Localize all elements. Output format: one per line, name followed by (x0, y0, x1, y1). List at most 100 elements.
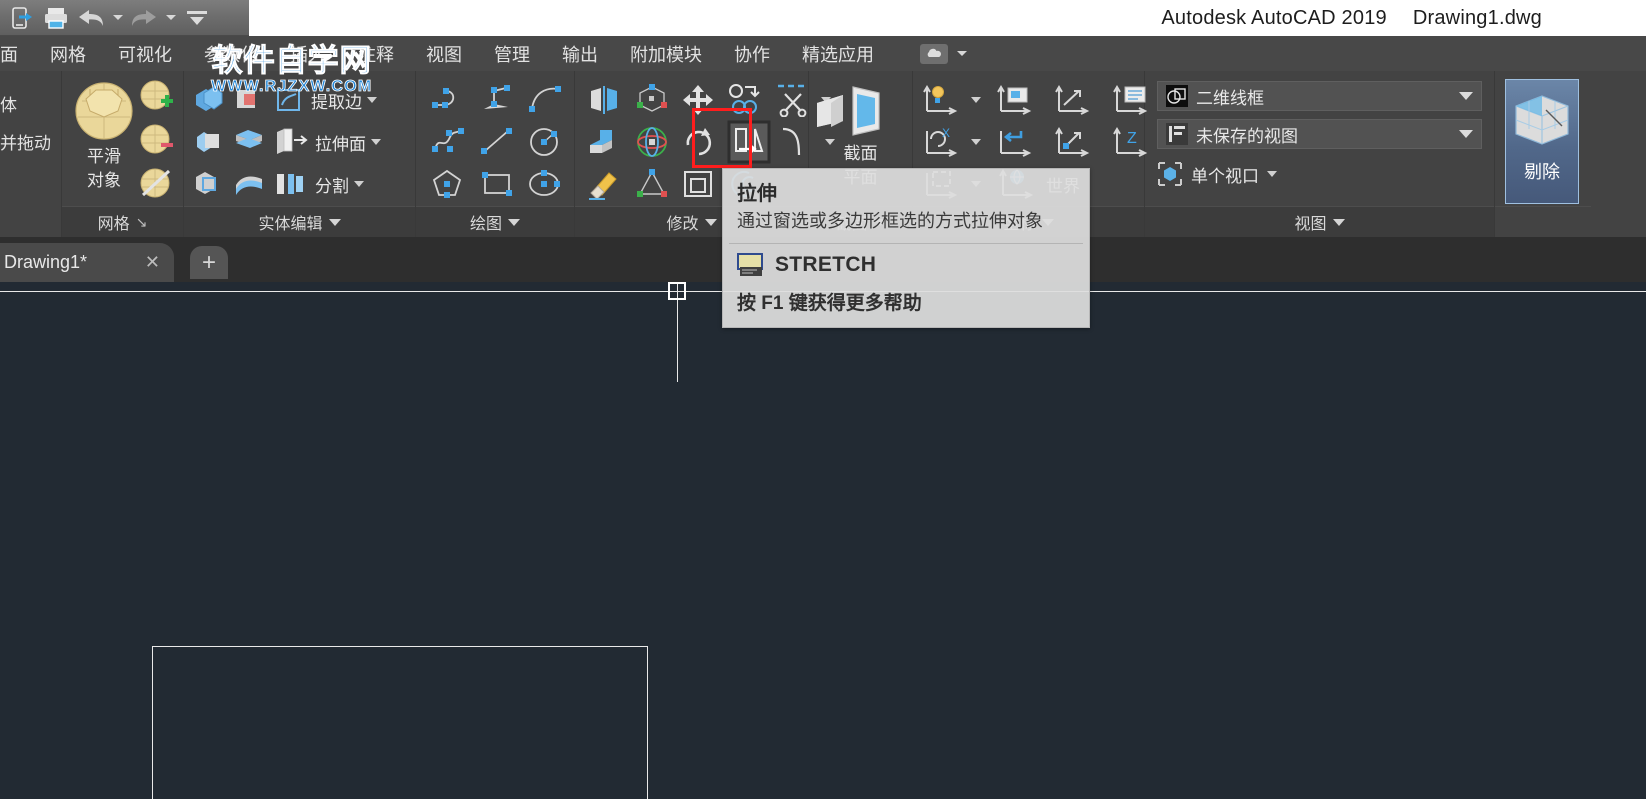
svg-text:X: X (942, 126, 950, 140)
mirror-icon[interactable] (585, 83, 625, 117)
view-panel-title[interactable]: 视图 (1145, 206, 1494, 237)
imprint-icon[interactable] (192, 125, 226, 159)
extract-edges-button[interactable]: 提取边 (272, 83, 377, 117)
mesh-dialog-launcher-icon[interactable]: ↘ (136, 214, 148, 231)
document-tab-drawing1[interactable]: Drawing1* ✕ (0, 243, 174, 282)
separate-button[interactable]: 分割 (272, 167, 364, 201)
tooltip-command-row: STRETCH (723, 244, 1089, 286)
extrude-faces-caret-icon[interactable] (371, 139, 381, 145)
ribbon-panel-draw: 绘图 (416, 71, 575, 237)
cull-button[interactable]: 剔除 (1505, 79, 1579, 204)
cloud-icon[interactable] (920, 43, 948, 64)
3d-polyline-icon[interactable] (478, 83, 520, 117)
smooth-less-icon[interactable] (139, 123, 175, 159)
tooltip-title: 拉伸 (737, 183, 777, 205)
thicken-icon[interactable] (232, 167, 266, 201)
mesh-panel-title[interactable]: 网格 ↘ (62, 206, 183, 237)
visual-style-caret-icon[interactable] (1459, 92, 1473, 100)
ucs-named-icon[interactable] (995, 83, 1039, 117)
plot-icon[interactable] (41, 3, 71, 33)
draw-panel-title-label: 绘图 (469, 216, 502, 233)
union-icon[interactable] (192, 83, 226, 117)
close-icon[interactable]: ✕ (145, 252, 160, 273)
clipped-row-2[interactable]: 并拖动 (0, 129, 51, 154)
trim-icon[interactable] (775, 83, 813, 117)
drawing-canvas[interactable] (0, 282, 1646, 799)
ribbon-tab-charu[interactable]: 插入 (274, 36, 342, 71)
extract-edges-caret-icon[interactable] (367, 97, 377, 103)
scale-icon[interactable] (679, 167, 719, 201)
circle-icon[interactable] (526, 125, 566, 159)
modify-panel-caret-icon[interactable] (704, 218, 717, 226)
ribbon-tab-mian[interactable]: 面 (0, 36, 34, 71)
ribbon-tab-guanli[interactable]: 管理 (478, 36, 546, 71)
solid-edit-panel-title[interactable]: 实体编辑 (184, 206, 415, 237)
ribbon-tab-wangge[interactable]: 网格 (34, 36, 102, 71)
interfere-icon[interactable] (192, 167, 226, 201)
ribbon-tab-zhushi[interactable]: 注释 (342, 36, 410, 71)
spline-icon[interactable] (430, 125, 472, 159)
draw-panel-title[interactable]: 绘图 (416, 206, 574, 237)
stretch-tooltip: 拉伸 通过窗选或多边形框选的方式拉伸对象 STRETCH 按 F1 键获得更多帮… (722, 168, 1090, 328)
stretch-highlight-box (692, 108, 752, 168)
extrude-faces-button[interactable]: 拉伸面 (272, 125, 381, 159)
clipped-row-1[interactable]: 体 (0, 91, 17, 116)
ucs-origin-icon[interactable] (1053, 125, 1097, 159)
3d-move-icon[interactable] (585, 125, 625, 159)
ucs-caret-icon[interactable] (971, 97, 981, 103)
save-as-icon[interactable] (6, 3, 36, 33)
ribbon-tab-fujiamokuai[interactable]: 附加模块 (614, 36, 718, 71)
redo-icon[interactable] (129, 3, 159, 33)
refine-mesh-icon[interactable] (139, 167, 175, 203)
ellipse-icon[interactable] (526, 167, 566, 201)
visual-style-combo[interactable]: 二维线框 (1157, 81, 1482, 111)
document-tab-label: Drawing1* (4, 252, 88, 272)
ucs-icon[interactable] (921, 83, 965, 117)
ribbon-tab-shuchu[interactable]: 输出 (546, 36, 614, 71)
slice-icon[interactable] (232, 125, 266, 159)
smooth-more-icon[interactable] (139, 79, 175, 115)
undo-icon[interactable] (76, 3, 106, 33)
draw-panel-caret-icon[interactable] (508, 218, 520, 226)
smooth-object-label-line2: 对象 (87, 171, 121, 190)
erase-icon[interactable] (585, 167, 625, 201)
smooth-object-button[interactable]: 平滑 对象 (72, 79, 136, 191)
solid-edit-grid: 提取边 拉伸面 分割 (184, 71, 415, 206)
redo-dropdown-caret-icon[interactable] (164, 3, 177, 33)
ucs-x-caret-icon[interactable] (971, 139, 981, 145)
arc-icon[interactable] (526, 83, 566, 117)
3d-align-icon[interactable] (631, 83, 673, 117)
ribbon-tab-canshuhua[interactable]: 参数化 (188, 36, 274, 71)
new-tab-button[interactable]: + (190, 246, 228, 279)
ribbon-tab-keshihua[interactable]: 可视化 (102, 36, 188, 71)
3d-scale-icon[interactable] (631, 167, 673, 201)
viewport-config-button[interactable]: 单个视口 (1157, 161, 1277, 187)
cloud-tab-group[interactable] (920, 43, 967, 64)
ucs-x-icon[interactable]: X (921, 125, 965, 159)
view-panel-caret-icon[interactable] (1332, 218, 1345, 226)
cursor-pickbox (668, 282, 686, 300)
draw-row-1 (430, 79, 568, 121)
customize-qat-icon[interactable] (182, 3, 212, 33)
saved-view-combo[interactable]: 未保存的视图 (1157, 119, 1482, 149)
rectangle-object[interactable] (152, 646, 648, 799)
rectangle-icon[interactable] (478, 167, 520, 201)
ribbon-tab-xiezuo[interactable]: 协作 (718, 36, 786, 71)
ucs-3point-icon[interactable] (1053, 83, 1097, 117)
ribbon-tab-jingxuanyingyong[interactable]: 精选应用 (786, 36, 890, 71)
saved-view-caret-icon[interactable] (1459, 130, 1473, 138)
undo-dropdown-caret-icon[interactable] (111, 3, 124, 33)
line-icon[interactable] (478, 125, 520, 159)
3d-rotate-icon[interactable] (631, 125, 673, 159)
separate-caret-icon[interactable] (354, 181, 364, 187)
viewport-config-caret-icon[interactable] (1267, 171, 1277, 177)
polygon-icon[interactable] (430, 167, 472, 201)
separate-icon (272, 167, 310, 201)
ribbon-tab-shitu[interactable]: 视图 (410, 36, 478, 71)
cloud-dropdown-caret-icon[interactable] (957, 51, 967, 56)
tooltip-help-hint: 按 F1 键获得更多帮助 (737, 292, 922, 314)
subtract-icon[interactable] (232, 83, 266, 117)
solid-edit-panel-caret-icon[interactable] (328, 218, 341, 226)
ucs-previous-icon[interactable] (995, 125, 1039, 159)
polyline-icon[interactable] (430, 83, 472, 117)
